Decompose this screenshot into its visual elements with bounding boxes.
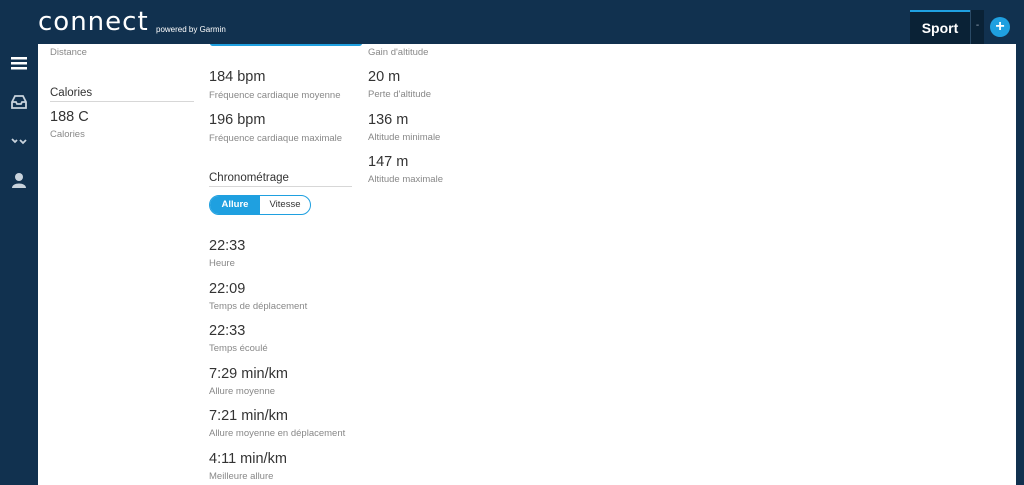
elevation-value: 136 m	[368, 112, 409, 128]
elevation-value: 20 m	[368, 69, 401, 85]
add-button[interactable]: +	[990, 17, 1010, 37]
elevation-label: Altitude maximale	[368, 174, 443, 185]
speed-toggle-button[interactable]: Vitesse	[260, 196, 310, 214]
elevation-gain-label: Gain d'altitude	[368, 47, 429, 58]
chrono-label: Allure moyenne	[209, 386, 276, 397]
activity-icon[interactable]	[10, 132, 28, 150]
chrono-value: 22:33	[209, 238, 246, 254]
inbox-icon[interactable]	[10, 93, 28, 111]
sidebar	[0, 44, 38, 485]
elevation-stat: 20 m Perte d'altitude	[368, 69, 431, 100]
pace-speed-toggle: Allure Vitesse	[209, 195, 311, 215]
chrono-label: Heure	[209, 258, 235, 269]
pace-toggle-button[interactable]: Allure	[210, 196, 260, 214]
chrono-stat: 22:33 Heure	[209, 238, 245, 269]
calories-value: 188 C	[50, 109, 89, 125]
chrono-label: Allure moyenne en déplacement	[209, 428, 346, 439]
sport-dropdown-button[interactable]: -	[970, 10, 984, 44]
chrono-stat: 4:11 min/km Meilleure allure	[209, 451, 287, 482]
avg-hr-value: 184 bpm	[209, 69, 266, 85]
chrono-value: 22:09	[209, 281, 246, 297]
elevation-stat: 136 m Altitude minimale	[368, 112, 440, 143]
activity-details-panel: Distance Calories 188 C Calories 184 bpm…	[38, 44, 1016, 485]
elevation-label: Perte d'altitude	[368, 89, 432, 100]
distance-label: Distance	[50, 47, 87, 58]
calories-label: Calories	[50, 129, 85, 140]
chrono-value: 4:11 min/km	[209, 451, 287, 467]
avg-hr-label: Fréquence cardiaque moyenne	[209, 90, 341, 101]
max-hr-label: Fréquence cardiaque maximale	[209, 133, 343, 144]
calories-section-title: Calories	[50, 87, 194, 102]
elevation-value: 147 m	[368, 154, 409, 170]
menu-icon[interactable]	[10, 54, 28, 72]
chrono-label: Temps de déplacement	[209, 301, 308, 312]
connect-logo[interactable]: connect	[38, 8, 149, 36]
logo-subtitle: powered by Garmin	[156, 25, 226, 34]
max-hr-value: 196 bpm	[209, 112, 266, 128]
chrono-stat: 22:09 Temps de déplacement	[209, 281, 307, 312]
user-icon[interactable]	[10, 171, 28, 189]
top-header: connect powered by Garmin Sport - +	[0, 0, 1024, 44]
chrono-value: 7:29 min/km	[209, 366, 288, 382]
chrono-stat: 22:33 Temps écoulé	[209, 323, 268, 354]
elevation-label: Altitude minimale	[368, 132, 441, 143]
chrono-label: Temps écoulé	[209, 343, 268, 354]
chrono-value: 22:33	[209, 323, 246, 339]
chrono-stat: 7:29 min/km Allure moyenne	[209, 366, 288, 397]
tab-sport[interactable]: Sport	[910, 10, 970, 44]
chrono-label: Meilleure allure	[209, 471, 274, 482]
elevation-stat: 147 m Altitude maximale	[368, 154, 443, 185]
chrono-section-title: Chronométrage	[209, 172, 352, 187]
scroll-indicator	[210, 44, 362, 46]
chrono-value: 7:21 min/km	[209, 408, 288, 424]
chrono-stat: 7:21 min/km Allure moyenne en déplacemen…	[209, 408, 345, 439]
